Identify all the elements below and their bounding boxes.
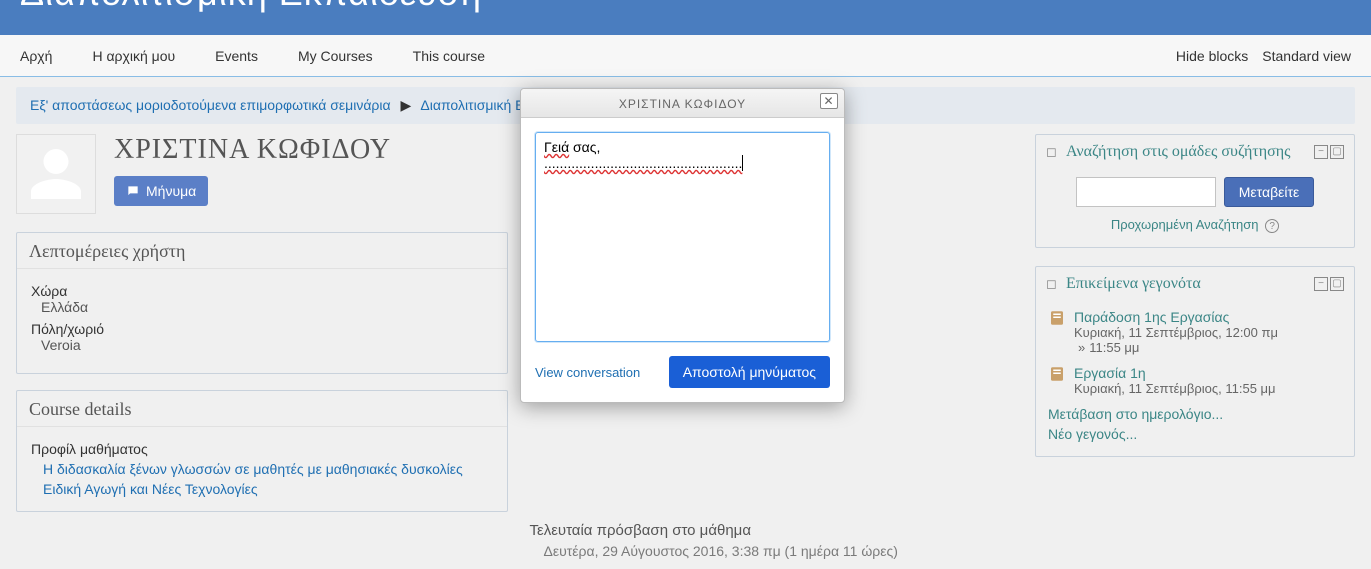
site-banner: Διαπολιτισμική Εκπαίδευση — [0, 0, 1371, 35]
dock-icon[interactable]: ▢ — [1330, 145, 1344, 159]
search-block-title[interactable]: Αναζήτηση στις ομάδες συζήτησης — [1066, 143, 1290, 160]
course-profiles-label: Προφίλ μαθήματος — [31, 441, 493, 457]
nav-standard-view[interactable]: Standard view — [1262, 48, 1351, 64]
dialog-title: ΧΡΙΣΤΙΝΑ ΚΩΦΙΔΟΥ — [619, 97, 746, 111]
block-icon: ◻ — [1046, 276, 1060, 292]
breadcrumb-link-1[interactable]: Εξ' αποστάσεως μοριοδοτούμενα επιμορφωτι… — [30, 97, 391, 113]
breadcrumb-sep-icon: ▶ — [401, 97, 412, 113]
collapse-icon[interactable]: − — [1314, 277, 1328, 291]
speech-bubble-icon — [126, 184, 140, 198]
events-block-title[interactable]: Επικείμενα γεγονότα — [1066, 275, 1201, 292]
message-button-label: Μήνυμα — [146, 183, 196, 199]
site-title: Διαπολιτισμική Εκπαίδευση — [20, 0, 1351, 14]
nav-myhome[interactable]: Η αρχική μου — [92, 48, 175, 64]
message-textarea[interactable]: Γειά σας,...............................… — [535, 132, 830, 342]
message-button[interactable]: Μήνυμα — [114, 176, 208, 206]
user-details-panel: Λεπτομέρειες χρήστη Χώρα Ελλάδα Πόλη/χωρ… — [16, 232, 508, 374]
course-details-panel: Course details Προφίλ μαθήματος Η διδασκ… — [16, 390, 508, 512]
search-forums-block: ◻ Αναζήτηση στις ομάδες συζήτησης − ▢ Με… — [1035, 134, 1355, 248]
forum-search-input[interactable] — [1076, 177, 1216, 207]
user-silhouette-icon — [26, 144, 86, 204]
advanced-search-link[interactable]: Προχωρημένη Αναζήτηση — [1111, 217, 1259, 232]
event-1-link[interactable]: Παράδοση 1ης Εργασίας — [1074, 309, 1229, 325]
event-2-link[interactable]: Εργασία 1η — [1074, 365, 1146, 381]
city-label: Πόλη/χωριό — [31, 321, 493, 337]
course-link-2[interactable]: Ειδική Αγωγή και Νέες Τεχνολογίες — [43, 481, 493, 497]
goto-calendar-link[interactable]: Μετάβαση στο ημερολόγιο... — [1048, 406, 1342, 422]
nav-hide-blocks[interactable]: Hide blocks — [1176, 48, 1248, 64]
main-nav: Αρχή Η αρχική μου Events My Courses This… — [0, 35, 1371, 77]
dock-icon[interactable]: ▢ — [1330, 277, 1344, 291]
search-go-button[interactable]: Μεταβείτε — [1224, 177, 1315, 207]
dialog-close-button[interactable]: ✕ — [820, 93, 838, 109]
message-dialog: ΧΡΙΣΤΙΝΑ ΚΩΦΙΔΟΥ ✕ Γειά σας,............… — [520, 88, 845, 403]
nav-mycourses[interactable]: My Courses — [298, 48, 373, 64]
assignment-icon — [1048, 365, 1066, 383]
last-access-label: Τελευταία πρόσβαση στο μάθημα — [526, 522, 1018, 543]
view-conversation-link[interactable]: View conversation — [535, 365, 640, 380]
collapse-icon[interactable]: − — [1314, 145, 1328, 159]
help-icon[interactable]: ? — [1265, 219, 1279, 233]
last-access-value: Δευτέρα, 29 Αύγουστος 2016, 3:38 πμ (1 η… — [544, 543, 1018, 559]
arrow-icon: » — [1078, 340, 1085, 355]
user-details-title: Λεπτομέρειες χρήστη — [17, 233, 507, 269]
country-label: Χώρα — [31, 283, 493, 299]
avatar — [16, 134, 96, 214]
dialog-header[interactable]: ΧΡΙΣΤΙΝΑ ΚΩΦΙΔΟΥ ✕ — [521, 89, 844, 118]
course-details-title: Course details — [17, 391, 507, 427]
course-link-1[interactable]: Η διδασκαλία ξένων γλωσσών σε μαθητές με… — [43, 461, 493, 477]
nav-home[interactable]: Αρχή — [20, 48, 52, 64]
new-event-link[interactable]: Νέο γεγονός... — [1048, 426, 1342, 442]
upcoming-events-block: ◻ Επικείμενα γεγονότα − ▢ Παράδοση 1ης Ε… — [1035, 266, 1355, 457]
breadcrumb-link-2[interactable]: Διαπολιτισμική Εκ — [420, 97, 531, 113]
event-2-date: Κυριακή, 11 Σεπτέμβριος, 11:55 μμ — [1074, 381, 1276, 396]
city-value: Veroia — [41, 337, 493, 353]
country-value: Ελλάδα — [41, 299, 493, 315]
last-access-panel: Τελευταία πρόσβαση στο μάθημα Δευτέρα, 2… — [526, 522, 1018, 559]
close-icon: ✕ — [823, 94, 834, 108]
profile-name: ΧΡΙΣΤΙΝΑ ΚΩΦΙΔΟΥ — [114, 134, 391, 166]
nav-thiscourse[interactable]: This course — [413, 48, 485, 64]
event-1-date: Κυριακή, 11 Σεπτέμβριος, 12:00 πμ »11:55… — [1074, 325, 1278, 355]
assignment-icon — [1048, 309, 1066, 327]
send-message-button[interactable]: Αποστολή μηνύματος — [669, 356, 830, 388]
block-icon: ◻ — [1046, 144, 1060, 160]
nav-events[interactable]: Events — [215, 48, 258, 64]
